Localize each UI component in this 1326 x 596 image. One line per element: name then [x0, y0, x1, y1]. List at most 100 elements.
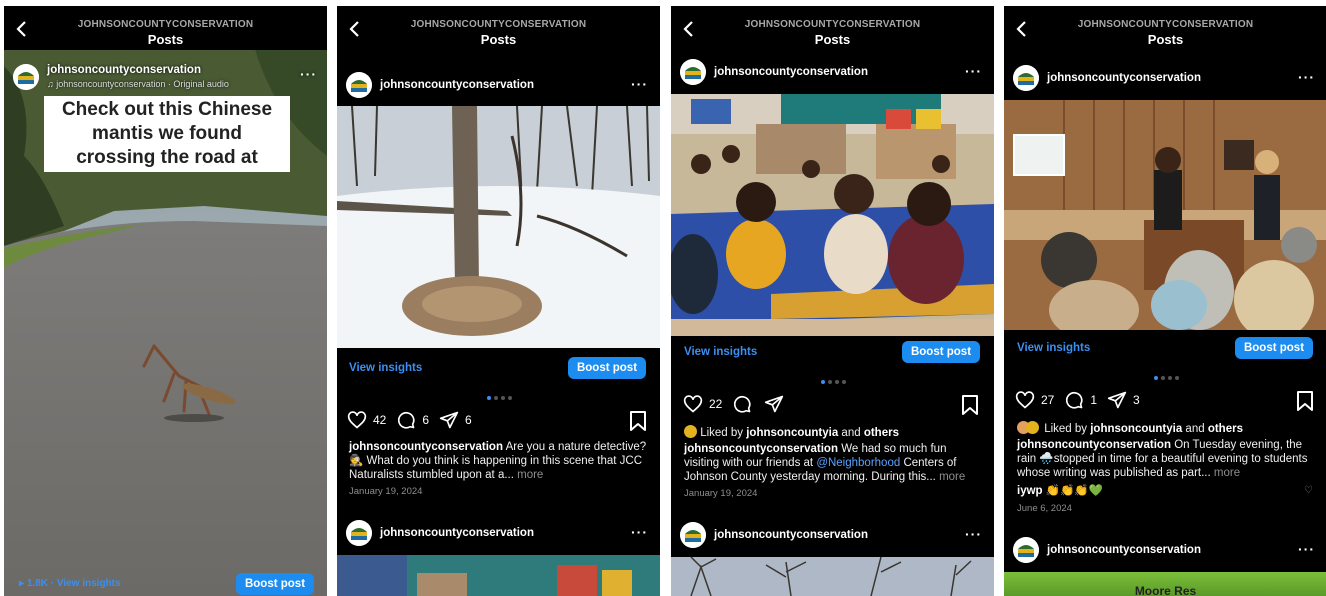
- view-insights-link[interactable]: View insights: [1017, 342, 1090, 354]
- liker-avatars: [1017, 421, 1041, 434]
- caption-username[interactable]: johnsoncountyconservation: [684, 443, 838, 455]
- top-bar: JOHNSONCOUNTYCONSERVATION Posts: [1004, 6, 1326, 50]
- more-link[interactable]: more: [517, 469, 543, 481]
- bookmark-icon[interactable]: [629, 411, 647, 431]
- account-header: JOHNSONCOUNTYCONSERVATION: [410, 19, 587, 30]
- liked-by-others[interactable]: others: [1208, 423, 1243, 435]
- view-insights-link[interactable]: View insights: [349, 362, 422, 374]
- caption-username[interactable]: johnsoncountyconservation: [1017, 439, 1171, 451]
- post-date: January 19, 2024: [349, 486, 423, 497]
- post-actions: 27 1 3: [1015, 390, 1140, 410]
- like-heart-icon[interactable]: [347, 410, 367, 430]
- more-options-icon[interactable]: ···: [965, 63, 982, 79]
- username[interactable]: johnsoncountyconservation: [1047, 72, 1201, 84]
- post-date: June 6, 2024: [1017, 503, 1072, 514]
- comment-text: 👏👏👏💚: [1045, 485, 1104, 497]
- avatar[interactable]: [680, 59, 706, 85]
- post-date: January 19, 2024: [684, 488, 758, 499]
- audio-text: johnsoncountyconservation · Original aud…: [56, 79, 229, 89]
- post-caption: johnsoncountyconservation On Tuesday eve…: [1017, 438, 1321, 480]
- comment-like-heart-icon[interactable]: ♡: [1304, 485, 1313, 496]
- next-post-photo: Moore Res: [1004, 572, 1326, 596]
- liked-by-and: and: [838, 427, 864, 439]
- account-header: JOHNSONCOUNTYCONSERVATION: [77, 19, 254, 30]
- avatar-next[interactable]: [1013, 537, 1039, 563]
- like-heart-icon[interactable]: [1015, 390, 1035, 410]
- more-options-icon[interactable]: ···: [1298, 69, 1315, 85]
- avatar-next[interactable]: [680, 522, 706, 548]
- post-caption: johnsoncountyconservation We had so much…: [684, 442, 984, 484]
- post-actions: 22: [683, 394, 784, 414]
- carousel-indicator: [487, 396, 512, 400]
- liker-avatar: [684, 425, 697, 438]
- comments-count: 1: [1090, 393, 1098, 407]
- page-title: Posts: [1147, 32, 1184, 47]
- account-header: JOHNSONCOUNTYCONSERVATION: [1077, 19, 1254, 30]
- liked-by-user[interactable]: johnsoncountyia: [1090, 423, 1182, 435]
- share-icon[interactable]: [1107, 390, 1127, 410]
- comment-username[interactable]: iywp: [1017, 485, 1043, 497]
- top-bar: JOHNSONCOUNTYCONSERVATION Posts: [671, 6, 994, 50]
- audio-label[interactable]: ♫ johnsoncountyconservation · Original a…: [47, 79, 229, 89]
- reel-overlay-text: Check out this Chinese mantis we found c…: [44, 96, 290, 172]
- play-icon: ▸: [19, 578, 25, 589]
- classroom-photo: [671, 94, 994, 336]
- boost-post-button[interactable]: Boost post: [1235, 337, 1313, 359]
- page-title: Posts: [147, 32, 184, 47]
- shares-count: 3: [1133, 393, 1140, 407]
- snow-scene-photo: [337, 106, 660, 348]
- comment-icon[interactable]: [396, 410, 416, 430]
- liked-by-and: and: [1182, 423, 1208, 435]
- like-heart-icon[interactable]: [683, 394, 703, 414]
- username[interactable]: johnsoncountyconservation: [47, 64, 201, 76]
- view-insights-link[interactable]: View insights: [684, 346, 757, 358]
- avatar[interactable]: [1013, 65, 1039, 91]
- next-post-photo: [337, 555, 660, 596]
- more-link[interactable]: more: [939, 471, 965, 483]
- comment-icon[interactable]: [1064, 390, 1084, 410]
- bookmark-icon[interactable]: [961, 395, 979, 415]
- post-screen-2: JOHNSONCOUNTYCONSERVATION Posts johnsonc…: [337, 6, 660, 596]
- next-photo-text: Moore Res: [1134, 584, 1197, 596]
- caption-username[interactable]: johnsoncountyconservation: [349, 441, 503, 453]
- more-options-icon-next[interactable]: ···: [965, 526, 982, 542]
- shares-count: 6: [465, 413, 472, 427]
- bookmark-icon[interactable]: [1296, 391, 1314, 411]
- avatar[interactable]: [346, 72, 372, 98]
- share-icon[interactable]: [439, 410, 459, 430]
- post-screen-3: JOHNSONCOUNTYCONSERVATION Posts johnsonc…: [671, 6, 994, 596]
- more-link[interactable]: more: [1214, 467, 1240, 479]
- username[interactable]: johnsoncountyconservation: [380, 79, 534, 91]
- mantis-photo: [4, 6, 327, 596]
- liked-by-others[interactable]: others: [864, 427, 899, 439]
- username-next[interactable]: johnsoncountyconservation: [1047, 544, 1201, 556]
- share-icon[interactable]: [764, 394, 784, 414]
- boost-post-button[interactable]: Boost post: [236, 573, 314, 595]
- reel-screen: JOHNSONCOUNTYCONSERVATION Posts johnsonc…: [4, 6, 327, 596]
- post-screen-4: JOHNSONCOUNTYCONSERVATION Posts johnsonc…: [1004, 6, 1326, 596]
- more-options-icon[interactable]: ···: [631, 76, 648, 92]
- avatar[interactable]: [13, 64, 39, 90]
- more-options-icon[interactable]: ···: [300, 66, 317, 82]
- boost-post-button[interactable]: Boost post: [902, 341, 980, 363]
- comment-icon[interactable]: [732, 394, 752, 414]
- mention-link[interactable]: @Neighborhood: [816, 457, 900, 469]
- username[interactable]: johnsoncountyconservation: [714, 66, 868, 78]
- username-next[interactable]: johnsoncountyconservation: [380, 527, 534, 539]
- username-next[interactable]: johnsoncountyconservation: [714, 529, 868, 541]
- avatar-next[interactable]: [346, 520, 372, 546]
- post-caption: johnsoncountyconservation Are you a natu…: [349, 440, 649, 482]
- account-header: JOHNSONCOUNTYCONSERVATION: [744, 19, 921, 30]
- views-insights[interactable]: ▸ 1.8K · View insights: [19, 578, 121, 589]
- liked-by-user[interactable]: johnsoncountyia: [746, 427, 838, 439]
- view-insights-link: · View insights: [50, 578, 121, 589]
- boost-post-button[interactable]: Boost post: [568, 357, 646, 379]
- liked-by-prefix: Liked by: [1044, 423, 1091, 435]
- liked-by: Liked by johnsoncountyia and others: [684, 425, 899, 439]
- more-options-icon-next[interactable]: ···: [1298, 541, 1315, 557]
- comments-count: 6: [422, 413, 430, 427]
- more-options-icon-next[interactable]: ···: [631, 524, 648, 540]
- likes-count: 22: [709, 397, 723, 411]
- carousel-indicator: [1154, 376, 1179, 380]
- post-actions: 42 6 6: [347, 410, 472, 430]
